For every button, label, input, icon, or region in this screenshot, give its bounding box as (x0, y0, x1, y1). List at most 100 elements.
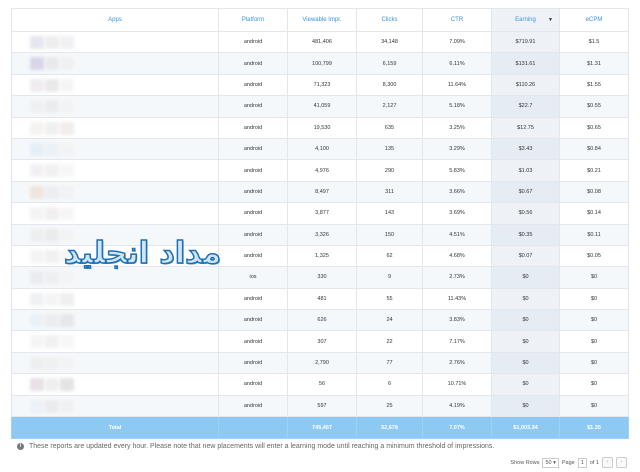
table-row[interactable]: android 481,406 34,148 7.09% $719.91 $1.5 (11, 30, 629, 54)
ctr-cell: 10.71% (422, 373, 492, 396)
table-row[interactable]: android 626 24 3.83% $0 $0 (11, 309, 629, 332)
table-row[interactable]: android 100,799 6,159 6.11% $131.61 $1.31 (11, 52, 629, 75)
blurred-app-thumbnail (60, 207, 74, 221)
blurred-app-thumbnail (30, 314, 44, 328)
table-row[interactable]: android 19,530 635 3.25% $12.75 $0.65 (11, 116, 629, 139)
platform-cell: android (218, 30, 288, 54)
table-row[interactable]: android 481 55 11.43% $0 $0 (11, 287, 629, 311)
platform-cell: android (218, 373, 288, 396)
column-header-apps[interactable]: Apps (11, 8, 219, 32)
table-row[interactable]: android 8,497 311 3.66% $0.67 $0.08 (11, 180, 629, 204)
app-cell[interactable] (11, 287, 219, 311)
chevron-right-icon[interactable]: › (616, 457, 627, 468)
page-number-input[interactable]: 1 (577, 457, 587, 468)
app-cell[interactable] (11, 116, 219, 139)
app-cell[interactable] (11, 95, 219, 118)
app-cell[interactable] (11, 180, 219, 204)
clicks-cell: 6,159 (356, 52, 423, 75)
platform-cell: android (218, 95, 288, 118)
app-cell[interactable] (11, 159, 219, 182)
app-cell[interactable] (11, 309, 219, 332)
ctr-cell: 4.68% (422, 244, 492, 268)
earning-cell: $0.35 (491, 223, 560, 246)
chevron-left-icon[interactable]: ‹ (602, 457, 613, 468)
table-row[interactable]: android 597 25 4.19% $0 $0 (11, 394, 629, 418)
total-ctr: 7.07% (422, 416, 492, 440)
clicks-cell: 290 (356, 159, 423, 182)
blurred-app-thumbnail (60, 271, 74, 285)
column-header-ctr[interactable]: CTR (422, 8, 492, 32)
blurred-app-thumbnail (30, 78, 44, 92)
clicks-cell: 635 (356, 116, 423, 139)
ctr-cell: 3.66% (422, 180, 492, 204)
page-count-label: of 1 (589, 459, 599, 466)
app-cell[interactable] (11, 73, 219, 97)
blurred-app-thumbnail (60, 121, 74, 135)
table-row[interactable]: android 3,877 143 3.69% $0.56 $0.14 (11, 202, 629, 225)
blurred-app-thumbnail (60, 57, 74, 71)
blurred-app-thumbnail (60, 100, 74, 114)
app-cell[interactable] (11, 52, 219, 75)
blurred-app-thumbnail (60, 356, 74, 370)
app-cell[interactable] (11, 373, 219, 396)
blurred-app-thumbnail (45, 335, 59, 349)
blurred-app-thumbnail (45, 228, 59, 242)
total-earning: $1,003.34 (491, 416, 560, 440)
platform-cell: android (218, 52, 288, 75)
ecpm-cell: $0.14 (559, 202, 629, 225)
column-header-ecpm[interactable]: eCPM (559, 8, 629, 32)
blurred-app-thumbnail (30, 249, 44, 263)
ctr-cell: 11.64% (422, 73, 492, 97)
app-cell[interactable] (11, 137, 219, 161)
ctr-cell: 5.83% (422, 159, 492, 182)
table-row[interactable]: android 41,059 2,127 5.18% $22.7 $0.55 (11, 95, 629, 118)
earning-cell: $0 (491, 330, 560, 353)
table-row[interactable]: android 307 22 7.17% $0 $0 (11, 330, 629, 353)
table-row[interactable]: android 4,976 290 5.83% $1.03 $0.21 (11, 159, 629, 182)
app-cell[interactable] (11, 394, 219, 418)
ctr-cell: 2.73% (422, 266, 492, 289)
impressions-cell: 330 (287, 266, 357, 289)
impressions-cell: 19,530 (287, 116, 357, 139)
column-header-platform[interactable]: Platform (218, 8, 288, 32)
platform-cell: android (218, 116, 288, 139)
table-row[interactable]: android 4,100 135 3.29% $3.43 $0.84 (11, 137, 629, 161)
table-row[interactable]: android 71,323 8,300 11.64% $110.26 $1.55 (11, 73, 629, 97)
impressions-cell: 626 (287, 309, 357, 332)
blurred-app-thumbnail (45, 314, 59, 328)
blurred-app-thumbnail (30, 121, 44, 135)
platform-cell: android (218, 159, 288, 182)
ecpm-cell: $1.5 (559, 30, 629, 54)
earning-cell: $22.7 (491, 95, 560, 118)
earning-cell: $0 (491, 266, 560, 289)
platform-cell: android (218, 73, 288, 97)
earning-cell: $0.07 (491, 244, 560, 268)
column-header-earning[interactable]: Earning ▼ (491, 8, 560, 32)
clicks-cell: 135 (356, 137, 423, 161)
ecpm-cell: $0.55 (559, 95, 629, 118)
column-header-clicks[interactable]: Clicks (356, 8, 423, 32)
impressions-cell: 481 (287, 287, 357, 311)
clicks-cell: 62 (356, 244, 423, 268)
ecpm-cell: $0.21 (559, 159, 629, 182)
platform-cell: android (218, 351, 288, 375)
app-cell[interactable] (11, 202, 219, 225)
app-cell[interactable] (11, 330, 219, 353)
table-row[interactable]: android 2,790 77 2.76% $0 $0 (11, 351, 629, 375)
app-cell[interactable] (11, 351, 219, 375)
sort-down-caret-icon[interactable]: ▼ (548, 17, 553, 23)
clicks-cell: 143 (356, 202, 423, 225)
earning-cell: $3.43 (491, 137, 560, 161)
blurred-app-thumbnail (60, 185, 74, 199)
table-row[interactable]: android 56 6 10.71% $0 $0 (11, 373, 629, 396)
clicks-cell: 6 (356, 373, 423, 396)
ctr-cell: 5.18% (422, 95, 492, 118)
ecpm-cell: $0 (559, 351, 629, 375)
rows-per-page-select[interactable]: 50 ▾ (542, 457, 559, 468)
column-header-impressions[interactable]: Viewable Impr. (287, 8, 357, 32)
earning-cell: $0.56 (491, 202, 560, 225)
blurred-app-thumbnail (45, 100, 59, 114)
app-cell[interactable] (11, 30, 219, 54)
report-view: Apps Platform Viewable Impr. Clicks CTR … (0, 0, 640, 472)
clicks-cell: 8,300 (356, 73, 423, 97)
